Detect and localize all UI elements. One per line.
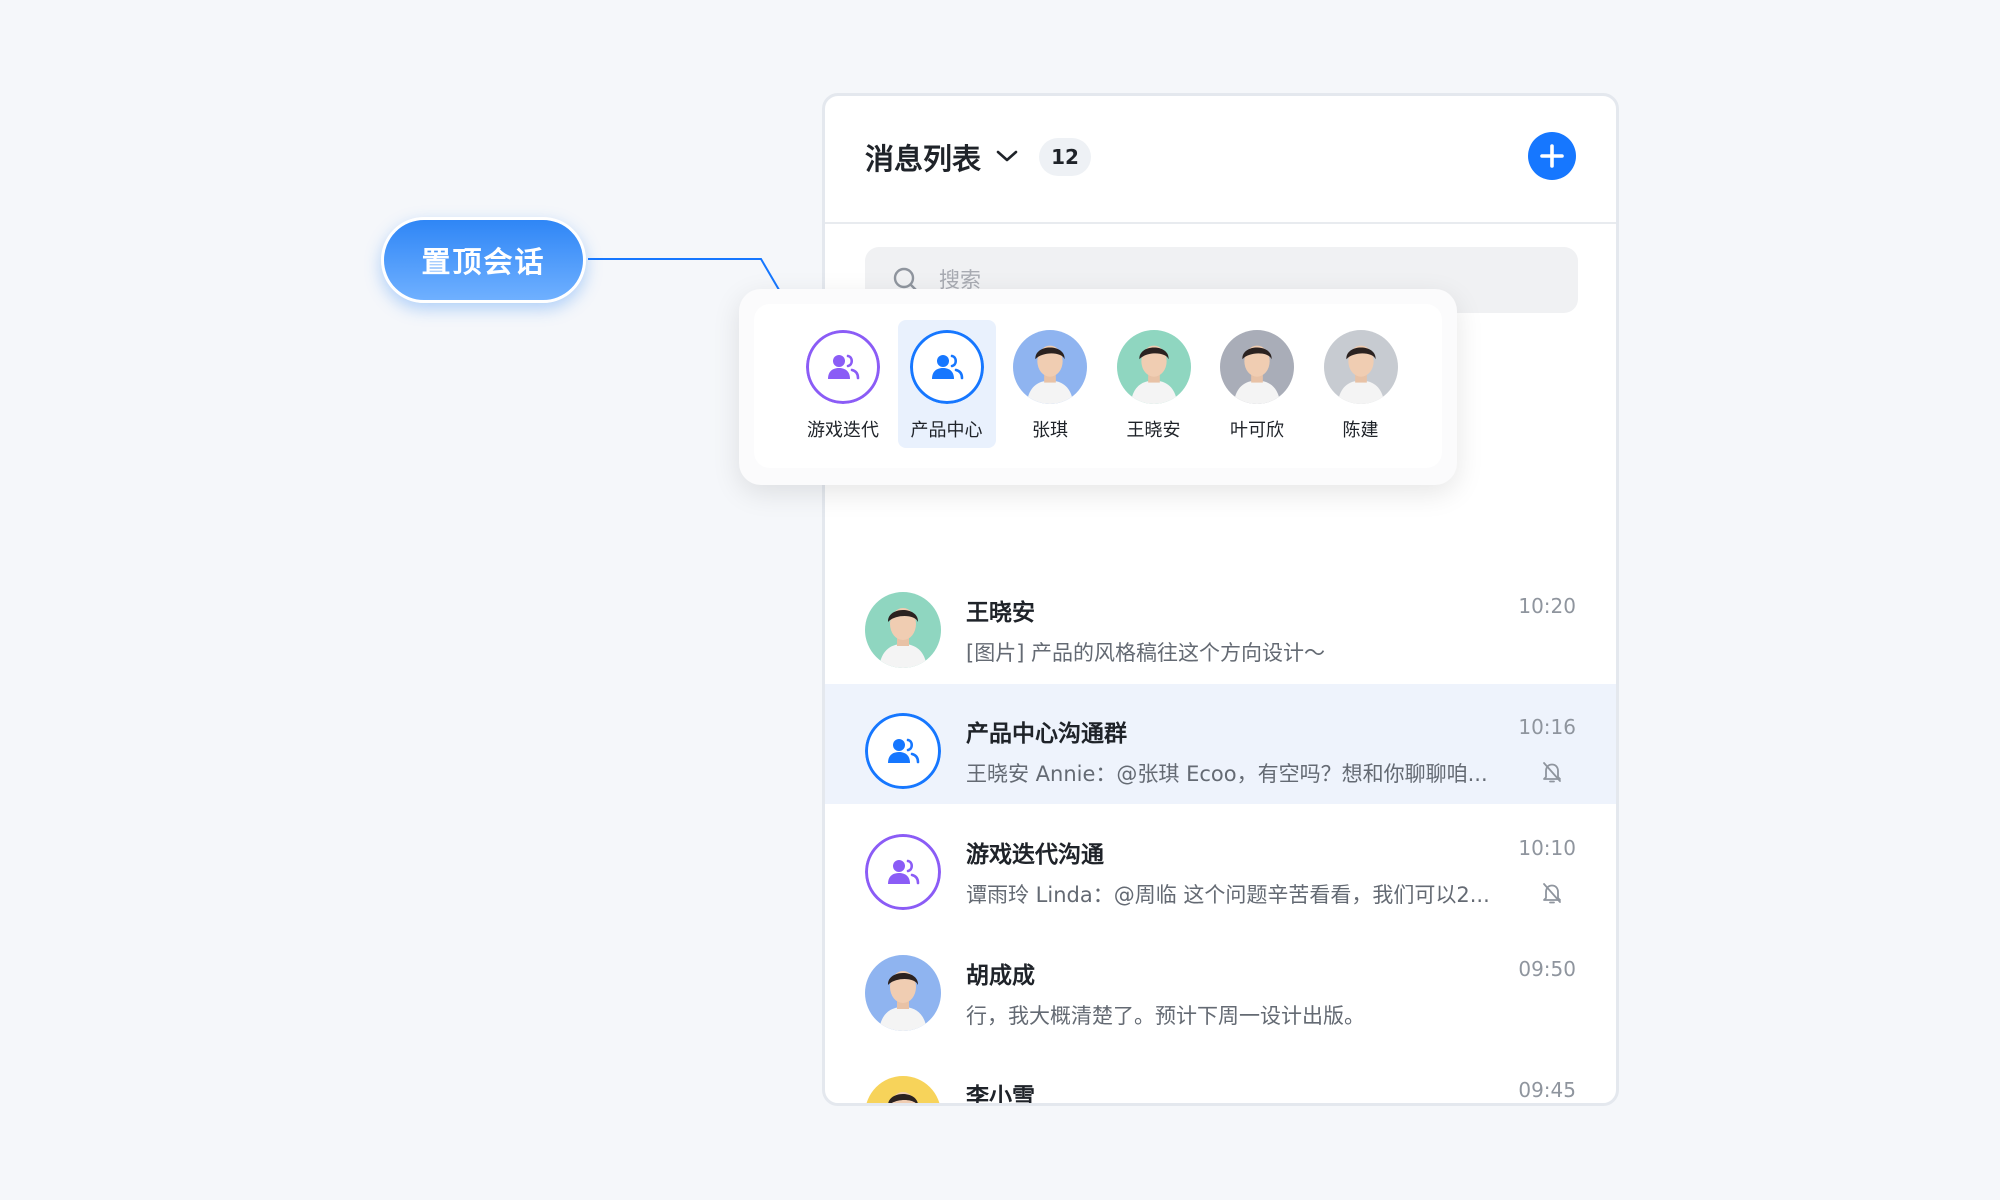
group-icon [888,859,920,885]
page-title[interactable]: 消息列表 [865,136,981,178]
conversation-preview: 行，我大概清楚了。预计下周一设计出版。 [966,1004,1365,1028]
avatar [1013,330,1087,404]
conversation-name: 产品中心沟通群 [966,721,1127,747]
pinned-item[interactable]: 王晓安 [1105,320,1203,448]
panel-header: 消息列表 12 [825,96,1616,224]
conversation-preview: 谭雨玲 Linda：@周临 这个问题辛苦看看，我们可以2... [966,883,1490,907]
avatar [865,592,941,668]
add-button[interactable] [1528,132,1576,180]
person-photo-icon [1116,330,1191,404]
conversation-row[interactable]: 游戏迭代沟通 10:10 谭雨玲 Linda：@周临 这个问题辛苦看看，我们可以2.… [825,805,1616,925]
group-icon [888,738,920,764]
bell-off-icon [1543,762,1561,783]
avatar [909,330,984,404]
pinned-callout-label: 置顶会话 [381,217,586,303]
avatar [865,834,941,910]
conversation-name: 胡成成 [966,963,1035,989]
conversation-name: 王晓安 [966,600,1035,626]
pinned-item[interactable]: 产品中心 [897,320,996,448]
chevron-down-icon[interactable] [995,148,1019,164]
person-photo-icon [1220,330,1294,404]
conversation-preview: 王晓安 Annie：@张琪 Ecoo，有空吗？想和你聊聊咱... [966,762,1488,786]
person-photo-icon [865,592,941,668]
avatar [806,330,880,404]
message-list-panel: 消息列表 12 王晓安 10:20 [图片] 产品的风格稿往这个方向设计～ 产品中心沟… [822,93,1619,1106]
pinned-item[interactable]: 陈建 [1312,320,1410,448]
conversation-time: 09:45 [1518,1078,1576,1102]
pinned-item[interactable]: 张琪 [1001,320,1099,448]
conversation-preview: [图片] 产品的风格稿往这个方向设计～ [966,641,1326,665]
pinned-item-label: 产品中心 [910,420,983,441]
conversation-time: 09:50 [1518,957,1576,981]
conversation-row[interactable]: 李小雪09:45我找了一些参考图，等会儿发给你，你可以参考下。 [825,1047,1616,1106]
pinned-item-label: 陈建 [1342,420,1379,441]
pinned-item[interactable]: 游戏迭代 [794,320,892,448]
plus-icon [1540,144,1564,168]
avatar [865,1076,941,1103]
conversation-time: 10:16 [1518,715,1576,739]
bell-off-icon [1543,883,1561,904]
avatar [865,955,941,1031]
conversation-row[interactable]: 王晓安 10:20 [图片] 产品的风格稿往这个方向设计～ [825,563,1616,683]
avatar [865,713,941,789]
person-photo-icon [1323,330,1398,404]
pinned-item[interactable]: 叶可欣 [1208,320,1306,448]
person-photo-icon [865,1076,941,1103]
group-icon [828,354,860,380]
conversation-name: 李小雪 [966,1084,1035,1106]
conversation-time: 10:20 [1518,594,1576,618]
conversation-name: 游戏迭代沟通 [966,842,1104,868]
conversation-row[interactable]: 产品中心沟通群 10:16 王晓安 Annie：@张琪 Ecoo，有空吗？想和你聊聊… [825,684,1616,804]
pinned-conversations-popup: 游戏迭代 产品中心 张琪 王晓安 叶可欣 陈建 [739,289,1457,485]
pinned-item-label: 游戏迭代 [807,420,879,441]
pinned-conversations-bar: 游戏迭代 产品中心 张琪 王晓安 叶可欣 陈建 [754,304,1442,468]
pinned-item-label: 叶可欣 [1230,420,1284,441]
conversation-time: 10:10 [1518,836,1576,860]
message-count-badge: 12 [1039,138,1091,176]
avatar [1220,330,1294,404]
group-icon [931,354,963,380]
person-photo-icon [1013,330,1087,404]
person-photo-icon [865,955,941,1031]
avatar [1116,330,1191,404]
pinned-item-label: 王晓安 [1126,420,1181,441]
pinned-item-label: 张琪 [1032,420,1068,441]
avatar [1323,330,1398,404]
conversation-row[interactable]: 胡成成 09:50 行，我大概清楚了。预计下周一设计出版。 [825,926,1616,1046]
